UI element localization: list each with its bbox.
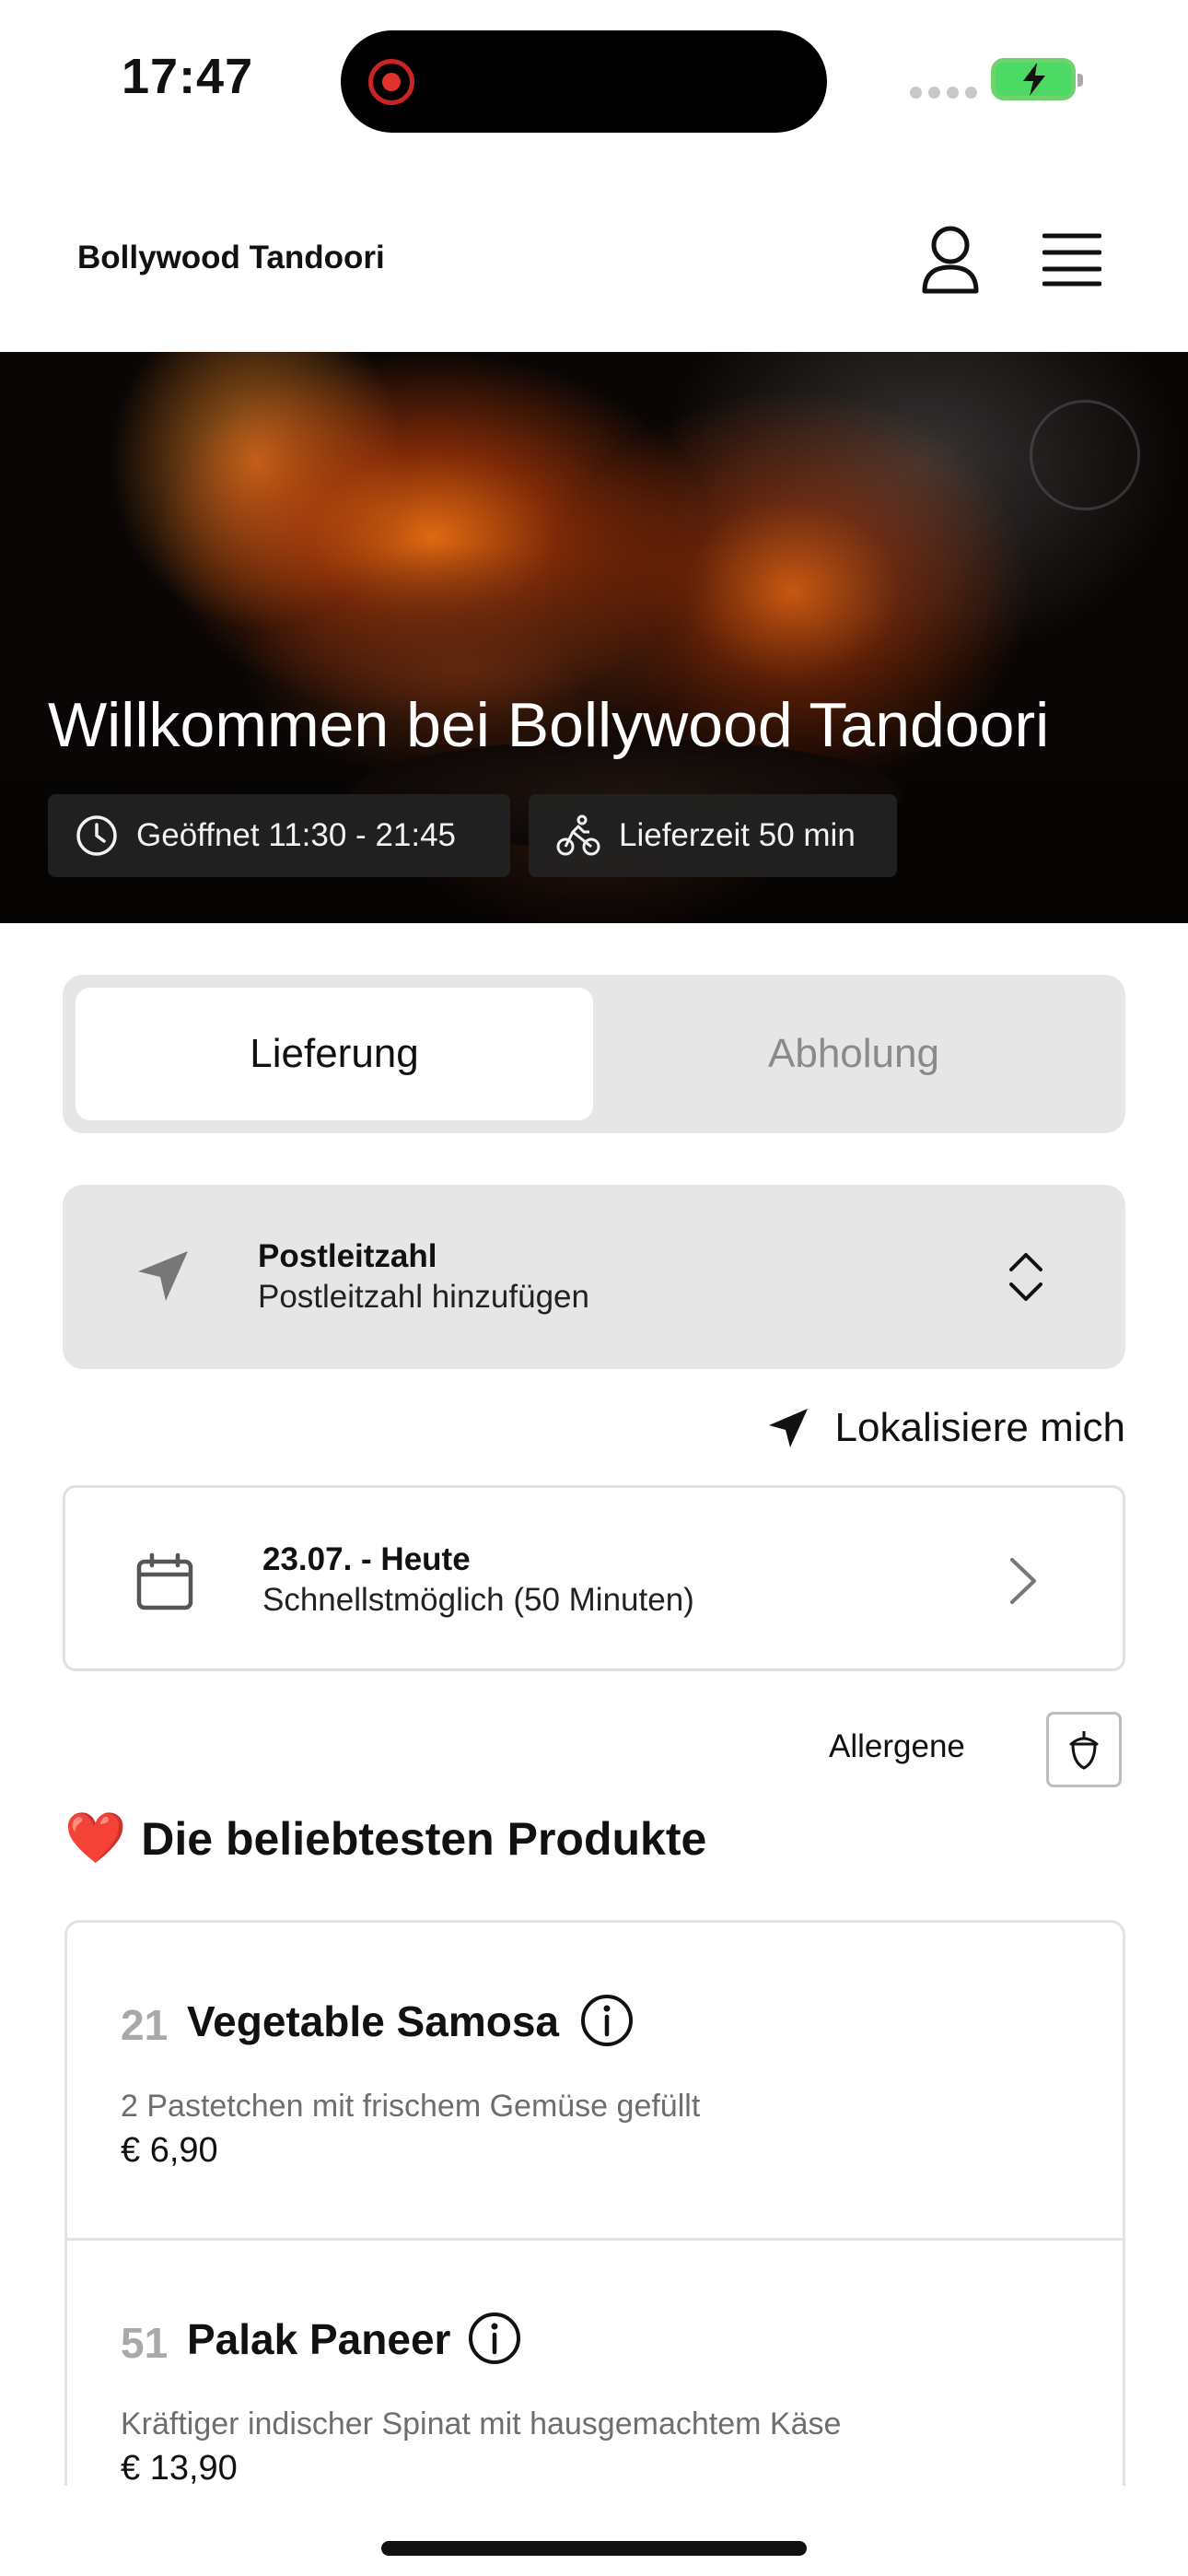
product-card[interactable]: 51 Palak Paneer Kräftiger indischer Spin… xyxy=(67,2238,1123,2486)
postcode-selector[interactable]: Postleitzahl Postleitzahl hinzufügen xyxy=(63,1185,1125,1369)
calendar-icon xyxy=(136,1552,193,1610)
user-icon[interactable] xyxy=(917,225,984,295)
product-name: Palak Paneer xyxy=(187,2315,451,2363)
delivery-time-text: Lieferzeit 50 min xyxy=(619,817,856,853)
heart-icon: ❤️ xyxy=(64,1810,127,1866)
product-description: 2 Pastetchen mit frischem Gemüse gefüllt xyxy=(121,2089,701,2124)
product-price: € 13,90 xyxy=(121,2449,238,2486)
popular-products-heading: ❤️ Die beliebtesten Produkte xyxy=(64,1809,706,1868)
postcode-placeholder: Postleitzahl hinzufügen xyxy=(258,1279,589,1315)
schedule-date: 23.07. - Heute xyxy=(262,1541,471,1577)
app-header: Bollywood Tandoori xyxy=(0,166,1188,352)
opening-hours-badge: Geöffnet 11:30 - 21:45 xyxy=(48,794,510,877)
product-price: € 6,90 xyxy=(121,2131,218,2170)
dynamic-island xyxy=(341,30,827,133)
schedule-time: Schnellstmöglich (50 Minuten) xyxy=(262,1582,694,1618)
allergens-button[interactable] xyxy=(1046,1712,1122,1787)
product-list: 21 Vegetable Samosa 2 Pastetchen mit fri… xyxy=(64,1920,1125,2486)
product-name: Vegetable Samosa xyxy=(187,1997,559,2045)
chevron-up-down-icon xyxy=(1009,1253,1042,1301)
product-description: Kräftiger indischer Spinat mit hausgemac… xyxy=(121,2406,842,2441)
bicycle-courier-icon xyxy=(556,814,600,856)
info-icon[interactable] xyxy=(467,2311,522,2366)
delivery-time-badge: Lieferzeit 50 min xyxy=(529,794,897,877)
hero-badge-icon xyxy=(1030,400,1140,510)
brand-name[interactable]: Bollywood Tandoori xyxy=(77,240,385,276)
hamburger-menu-icon[interactable] xyxy=(1042,232,1102,287)
status-bar: 17:47 xyxy=(0,0,1188,166)
location-arrow-icon xyxy=(768,1409,808,1447)
tab-delivery[interactable]: Lieferung xyxy=(76,988,593,1120)
recording-icon xyxy=(368,59,414,105)
allergens-label: Allergene xyxy=(829,1728,965,1764)
locate-me-label: Lokalisiere mich xyxy=(834,1405,1125,1450)
status-time: 17:47 xyxy=(122,49,254,104)
location-arrow-icon xyxy=(138,1251,188,1301)
info-icon[interactable] xyxy=(579,1993,635,2048)
product-card[interactable]: 21 Vegetable Samosa 2 Pastetchen mit fri… xyxy=(67,1923,1123,2238)
delivery-schedule-card[interactable]: 23.07. - Heute Schnellstmöglich (50 Minu… xyxy=(63,1485,1125,1671)
signal-icon xyxy=(910,87,977,99)
locate-me-button[interactable]: Lokalisiere mich xyxy=(748,1400,1125,1456)
home-indicator[interactable] xyxy=(381,2541,807,2556)
product-number: 51 xyxy=(121,2319,169,2367)
acorn-icon xyxy=(1069,1731,1099,1770)
tab-pickup[interactable]: Abholung xyxy=(595,988,1112,1120)
battery-charging-icon xyxy=(991,58,1083,100)
chevron-right-icon xyxy=(1010,1558,1036,1604)
hero-title: Willkommen bei Bollywood Tandoori xyxy=(48,690,1050,760)
hero-banner: Willkommen bei Bollywood Tandoori Geöffn… xyxy=(0,352,1188,923)
clock-icon xyxy=(76,815,117,856)
opening-hours-text: Geöffnet 11:30 - 21:45 xyxy=(136,817,457,853)
product-number: 21 xyxy=(121,2001,169,2049)
section-title: Die beliebtesten Produkte xyxy=(141,1812,707,1865)
order-mode-toggle: Lieferung Abholung xyxy=(63,975,1125,1133)
postcode-label: Postleitzahl xyxy=(258,1238,437,1274)
